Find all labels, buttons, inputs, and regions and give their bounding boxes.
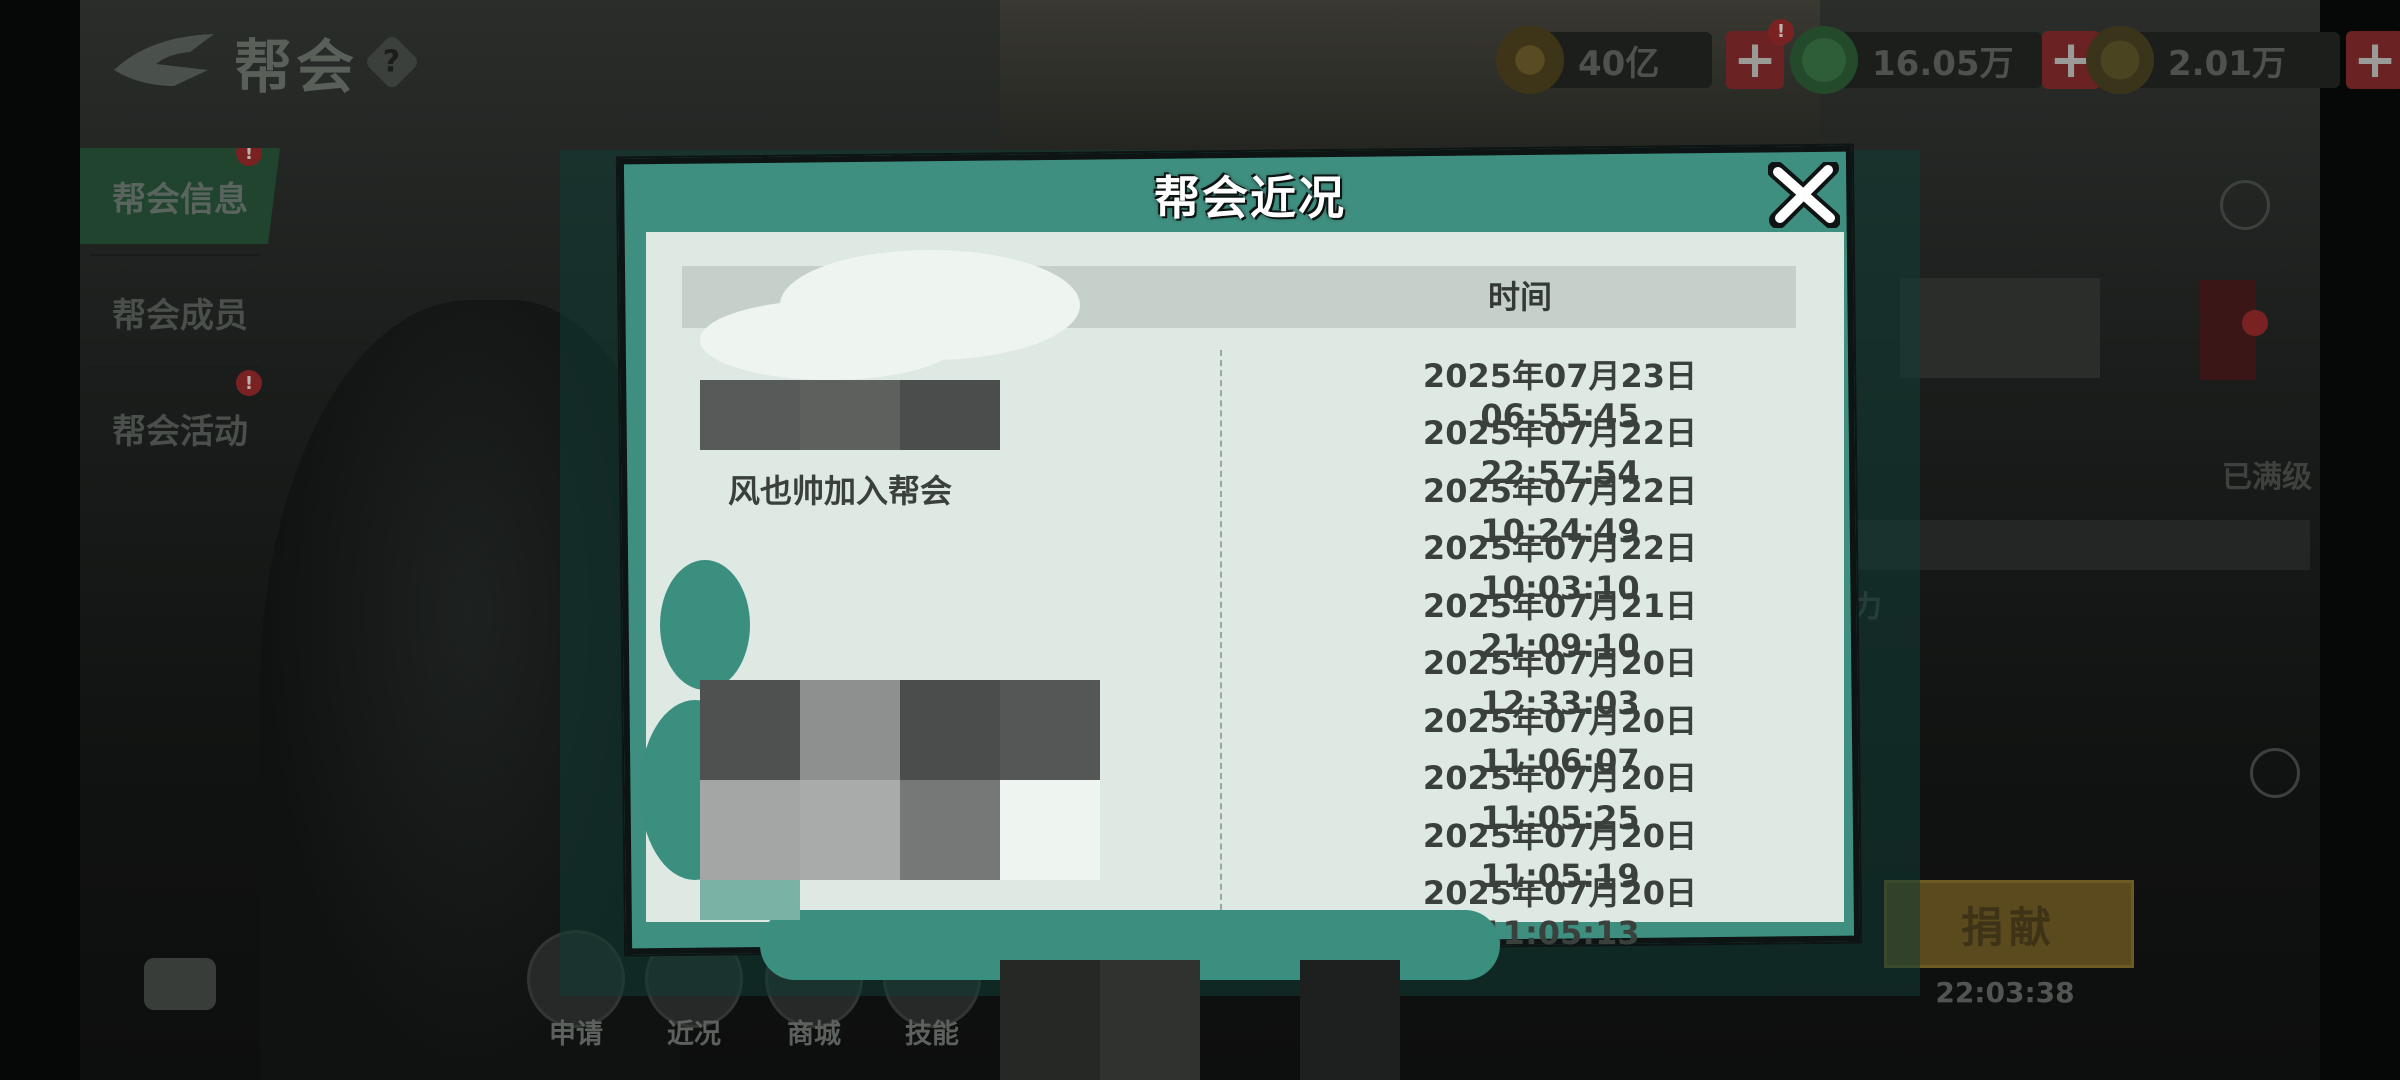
guild-activities-alert-badge: ! [236,370,262,396]
jade-icon [1790,26,1858,94]
currency-copper: 40亿 + ! [1496,19,1794,96]
mosaic-block [1100,960,1200,1080]
mosaic-block [900,680,1000,780]
tab-divider [90,366,260,368]
redaction-smudge [700,300,960,380]
toolbar-news-label: 近况 [667,1019,721,1050]
mosaic-block [900,780,1000,880]
currency-copper-value: 40亿 [1578,43,1660,84]
tab-divider [90,254,260,256]
decor-teal-smudge [660,560,750,690]
add-copper-button[interactable]: + ! [1726,19,1794,89]
tab-guild-activities-label: 帮会活动 [112,411,248,452]
mosaic-block [800,780,900,880]
currency-gold: 2.01万 + [2086,24,2400,96]
currency-copper-value-box: 40亿 [1538,32,1712,88]
mosaic-block [1000,780,1100,880]
toolbar-shop-label: 商城 [787,1019,841,1050]
back-arrow-icon[interactable] [110,30,220,94]
row-event: 风也帅加入帮会 [728,472,953,510]
screen-edge-right [2320,0,2400,1080]
donate-button[interactable]: 捐献 [1884,880,2134,968]
tab-guild-info-label: 帮会信息 [112,179,248,220]
edit-icon[interactable] [2220,180,2270,230]
chat-icon[interactable] [144,958,216,1010]
tab-guild-members[interactable]: 帮会成员 [80,264,280,360]
title-group: 帮会 ? [110,20,421,104]
page-title: 帮会 [234,33,359,101]
help-symbol: ? [383,44,401,80]
row-time: 2025年07月20日 11:05:19 [1422,817,1698,895]
tab-guild-activities[interactable]: 帮会活动 ! [80,370,280,476]
gold-token-icon [2086,26,2154,94]
tab-guild-members-label: 帮会成员 [112,295,248,336]
copper-coin-icon [1496,26,1564,94]
mosaic-block [700,880,800,920]
row-time: 2025年07月20日 11:06:07 [1422,702,1698,780]
currency-gold-value-box: 2.01万 [2128,32,2340,88]
currency-jade-value: 16.05万 [1872,43,2014,84]
max-level-label: 已满级 [2222,460,2312,495]
donate-button-label: 捐献 [1960,902,2057,952]
mosaic-block [800,680,900,780]
mosaic-block [800,380,900,450]
toolbar-skill-label: 技能 [905,1019,959,1050]
time-column-header: 时间 [1487,278,1552,316]
row-time: 2025年07月20日 11:05:25 [1422,759,1698,837]
edit-icon[interactable] [2250,748,2300,798]
close-icon[interactable] [1767,159,1841,229]
row-time: 2025年07月22日 10:24:49 [1422,472,1698,550]
row-time: 2025年07月22日 22:57:54 [1422,414,1698,492]
mosaic-block [700,780,800,880]
add-gold-button[interactable]: + [2346,31,2400,89]
row-time: 2025年07月20日 11:05:13 [1422,874,1698,952]
row-time: 2025年07月23日 06:55:45 [1422,357,1698,435]
mosaic-block [1000,960,1100,1080]
row-time: 2025年07月20日 12:33:03 [1422,644,1698,722]
screen-edge-left [0,0,80,1080]
currency-gold-value: 2.01万 [2168,43,2286,84]
row-time: 2025年07月21日 21:09:10 [1422,587,1698,665]
row-time: 2025年07月22日 10:03:10 [1422,529,1698,607]
toolbar-apply-label: 申请 [549,1019,603,1050]
tab-divider [90,482,260,484]
mosaic-block [900,380,1000,450]
mosaic-block [1000,680,1100,780]
mosaic-block [1300,960,1400,1080]
mosaic-block [700,680,800,780]
mosaic-block [700,380,800,450]
guild-flag-alert-badge [2242,310,2268,336]
currency-jade-value-box: 16.05万 [1832,32,2042,88]
guild-banner-placeholder [1900,278,2100,378]
currency-jade: 16.05万 + [1790,24,2100,96]
help-icon[interactable]: ? [363,33,421,91]
modal-title: 帮会近况 [1154,171,1346,225]
tab-guild-info[interactable]: 帮会信息 ! [80,148,280,244]
